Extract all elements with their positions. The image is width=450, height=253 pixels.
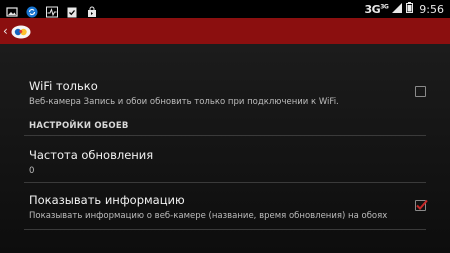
section-header-wallpaper: НАСТРОЙКИ ОБОЕВ: [29, 121, 129, 131]
network-type: 3G3G: [364, 2, 389, 16]
battery-icon: [406, 2, 414, 16]
settings-list: WiFi только Веб-камера Запись и обои обн…: [0, 44, 450, 253]
list-divider: [24, 229, 426, 230]
activity-icon: [46, 3, 58, 18]
pref-show-info[interactable]: Показывать информацию Показывать информа…: [29, 193, 428, 221]
pref-update-frequency[interactable]: Частота обновления 0: [29, 148, 426, 176]
clipboard-check-icon: [66, 3, 78, 18]
pref-summary: Веб-камера Запись и обои обновить только…: [29, 97, 339, 107]
pref-title: Показывать информацию: [29, 193, 185, 207]
signal-icon: [392, 2, 403, 16]
app-logo-icon[interactable]: [11, 24, 31, 39]
system-indicators: 3G3G 9:56: [364, 1, 444, 17]
checkmark-icon: [416, 199, 428, 210]
pref-wifi-only[interactable]: WiFi только Веб-камера Запись и обои обн…: [29, 79, 426, 107]
app-bar: ‹: [0, 18, 450, 44]
show-info-checkbox[interactable]: [415, 199, 428, 211]
chevron-left-icon[interactable]: ‹: [3, 23, 8, 39]
image-icon: [6, 3, 18, 17]
sync-icon: [26, 3, 38, 18]
pref-summary: Показывать информацию о веб-камере (назв…: [29, 211, 388, 221]
notification-icons: [6, 2, 98, 18]
pref-title: Частота обновления: [29, 148, 154, 162]
pref-value: 0: [29, 166, 35, 176]
section-divider: [24, 135, 426, 136]
status-bar: 3G3G 9:56: [0, 0, 450, 18]
shopping-bag-icon: [86, 3, 98, 17]
list-divider: [24, 182, 426, 183]
wifi-only-checkbox[interactable]: [415, 86, 426, 97]
clock: 9:56: [419, 2, 444, 16]
pref-title: WiFi только: [29, 79, 98, 93]
